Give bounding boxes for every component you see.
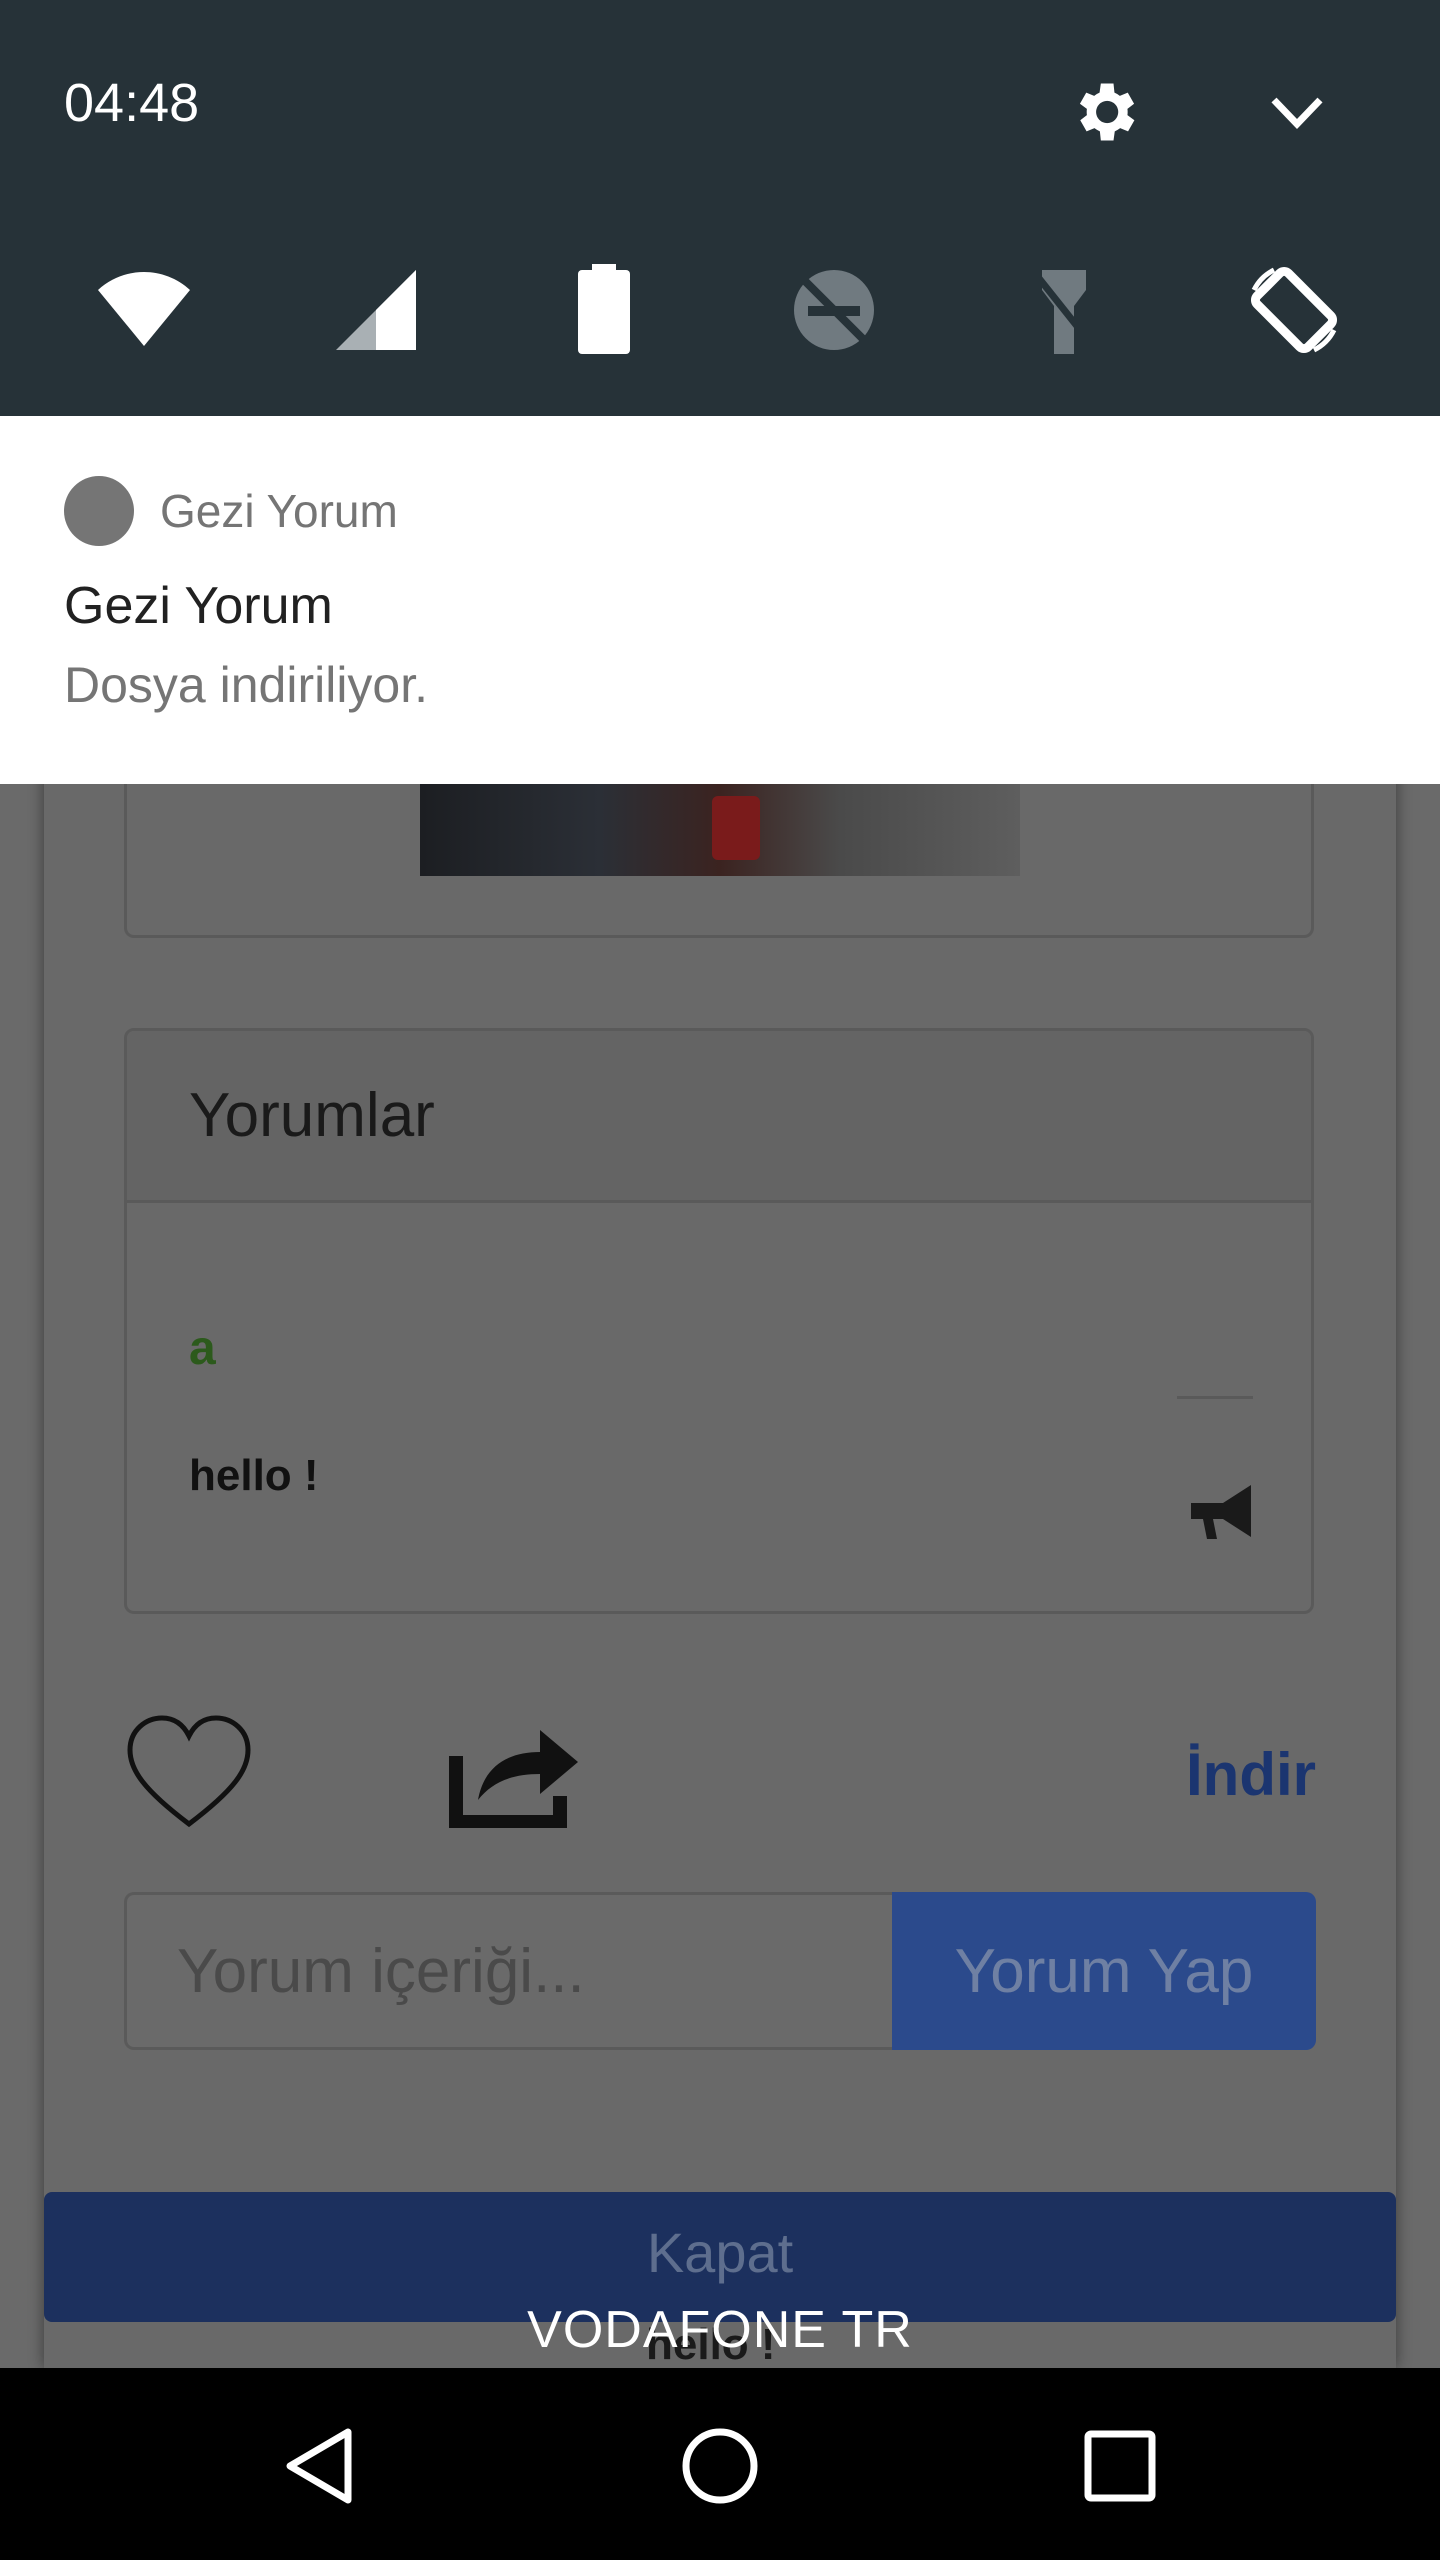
share-icon[interactable] xyxy=(448,1716,582,1828)
comments-title: Yorumlar xyxy=(189,1081,435,1150)
megaphone-icon[interactable] xyxy=(1187,1479,1257,1543)
comment-author[interactable]: a xyxy=(189,1321,216,1376)
quick-settings-panel: 04:48 xyxy=(0,0,1440,416)
comment-input[interactable] xyxy=(127,1895,892,2047)
photo-mug-detail xyxy=(712,796,760,860)
battery-icon[interactable] xyxy=(554,260,654,360)
comment-text: hello ! xyxy=(189,1451,319,1500)
navigation-bar xyxy=(0,2368,1440,2560)
wifi-icon[interactable] xyxy=(94,260,194,360)
submit-comment-button[interactable]: Yorum Yap xyxy=(892,1892,1316,2050)
notification-title: Gezi Yorum xyxy=(64,577,333,635)
dnd-icon[interactable] xyxy=(784,260,884,360)
heart-icon[interactable] xyxy=(124,1712,254,1832)
signal-icon[interactable] xyxy=(330,260,430,360)
comments-card: Yorumlar a hello ! xyxy=(124,1028,1314,1614)
recents-icon[interactable] xyxy=(1078,2424,1162,2508)
home-icon[interactable] xyxy=(678,2424,762,2508)
notification-app-name: Gezi Yorum xyxy=(160,485,398,537)
comment-divider xyxy=(1177,1396,1253,1399)
carrier-label: VODAFONE TR xyxy=(527,2301,913,2359)
download-notification[interactable]: Gezi Yorum Gezi Yorum Dosya indiriliyor. xyxy=(0,416,1440,784)
settings-icon[interactable] xyxy=(1066,74,1142,150)
auto-rotate-icon[interactable] xyxy=(1244,260,1344,360)
status-time: 04:48 xyxy=(64,73,200,133)
back-icon[interactable] xyxy=(278,2424,362,2508)
comment-input-wrapper xyxy=(124,1892,892,2050)
flashlight-icon[interactable] xyxy=(1014,260,1114,360)
app-icon xyxy=(64,476,134,546)
download-link[interactable]: İndir xyxy=(1186,1740,1316,1809)
comments-header: Yorumlar xyxy=(127,1031,1311,1203)
expand-icon[interactable] xyxy=(1268,92,1326,132)
notification-text: Dosya indiriliyor. xyxy=(64,657,429,713)
